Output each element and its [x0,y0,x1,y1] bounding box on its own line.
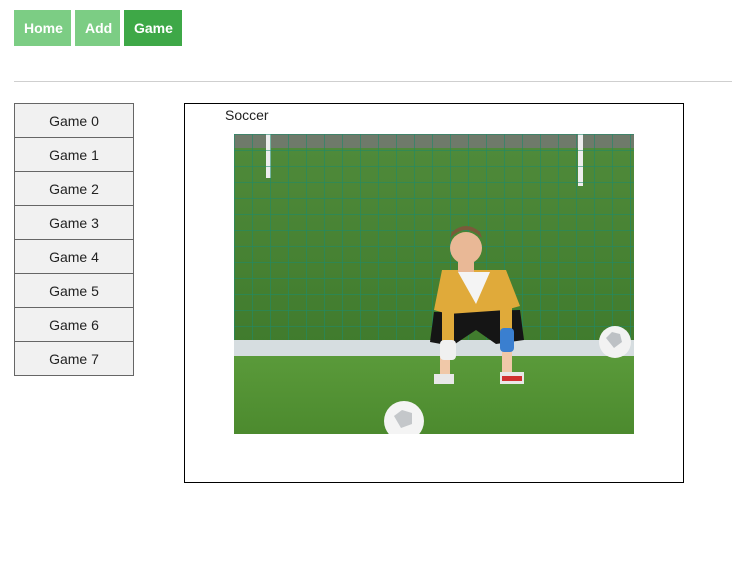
game-list-item-7[interactable]: Game 7 [14,341,134,376]
game-list-item-6[interactable]: Game 6 [14,307,134,342]
game-button[interactable]: Game [124,10,182,46]
soccer-photo [234,134,634,434]
top-nav: Home Add Game [14,10,182,46]
game-title: Soccer [225,107,269,123]
add-button[interactable]: Add [75,10,120,46]
home-button[interactable]: Home [14,10,71,46]
page: Home Add Game Game 0 Game 1 Game 2 Game … [0,0,732,582]
game-list-item-1[interactable]: Game 1 [14,137,134,172]
game-list-item-4[interactable]: Game 4 [14,239,134,274]
divider [14,81,732,82]
game-list: Game 0 Game 1 Game 2 Game 3 Game 4 Game … [14,103,134,376]
game-detail-panel: Soccer [184,103,684,483]
game-list-item-3[interactable]: Game 3 [14,205,134,240]
game-list-item-2[interactable]: Game 2 [14,171,134,206]
game-list-item-0[interactable]: Game 0 [14,103,134,138]
game-list-item-5[interactable]: Game 5 [14,273,134,308]
